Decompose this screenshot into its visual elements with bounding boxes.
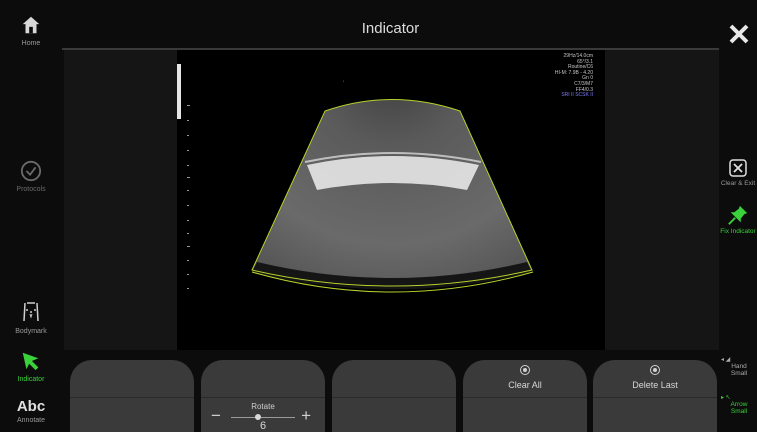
home-icon bbox=[22, 16, 40, 34]
hand-marker-icon: ◂ ◢ bbox=[721, 357, 731, 363]
indicator-label: Indicator bbox=[17, 376, 45, 383]
bodymark-button[interactable]: Bodymark bbox=[0, 300, 62, 335]
indicator-type-options: ◂ ◢ Hand Small ▸ ↖ Arrow Small bbox=[719, 354, 757, 432]
bodymark-icon bbox=[23, 302, 39, 322]
annotate-label: Annotate bbox=[16, 417, 46, 424]
left-side-panel bbox=[64, 50, 177, 350]
clear-exit-button[interactable]: Clear & Exit bbox=[719, 158, 757, 187]
rotate-control[interactable]: Rotate − + 6 bbox=[201, 360, 325, 432]
radio-icon bbox=[650, 365, 660, 375]
ultrasound-image[interactable]: ▪ 29Hz/14.0cm 65°/3.1 Routine/C6 HI-M: 7… bbox=[177, 50, 605, 350]
arrow-small-option[interactable]: ▸ ↖ Arrow Small bbox=[721, 394, 757, 415]
radio-icon bbox=[520, 365, 530, 375]
right-side-panel bbox=[605, 50, 719, 350]
delete-last-button[interactable]: Delete Last bbox=[593, 360, 717, 432]
ultrasound-sector bbox=[177, 64, 534, 293]
annotate-button[interactable]: Abc Annotate bbox=[0, 398, 62, 424]
soft-button-1[interactable] bbox=[70, 360, 194, 432]
clear-all-button[interactable]: Clear All bbox=[463, 360, 587, 432]
left-nav: Home Protocols Bodymark Indicator Abc An… bbox=[0, 0, 62, 432]
protocols-button[interactable]: Protocols bbox=[0, 160, 62, 193]
depth-scale bbox=[187, 105, 190, 289]
delete-last-label: Delete Last bbox=[632, 380, 678, 390]
check-circle-icon bbox=[20, 160, 42, 182]
rotate-value: 6 bbox=[259, 420, 267, 432]
arrow-label: Arrow bbox=[730, 401, 748, 408]
close-box-icon bbox=[729, 159, 747, 177]
param-line-blue: SRI II SCSK II bbox=[561, 92, 593, 99]
fix-indicator-label: Fix Indicator bbox=[720, 228, 756, 235]
clear-all-label: Clear All bbox=[508, 380, 542, 390]
page-title: Indicator bbox=[361, 20, 420, 37]
arrow-size-label: Small bbox=[730, 408, 748, 415]
header-bar: Indicator bbox=[62, 10, 719, 50]
gray-scale-bar bbox=[177, 64, 181, 119]
arrow-pointer-icon bbox=[22, 352, 39, 371]
hand-size-label: Small bbox=[730, 370, 748, 377]
arrow-marker-icon: ▸ ↖ bbox=[721, 395, 731, 401]
fix-indicator-button[interactable]: Fix Indicator bbox=[719, 204, 757, 235]
hand-small-option[interactable]: ◂ ◢ Hand Small bbox=[721, 356, 757, 377]
clear-exit-label: Clear & Exit bbox=[720, 180, 756, 187]
home-button[interactable]: Home bbox=[0, 14, 62, 47]
protocols-label: Protocols bbox=[16, 186, 46, 193]
pin-icon bbox=[728, 205, 748, 225]
rotate-slider-track[interactable] bbox=[231, 417, 295, 418]
home-label: Home bbox=[21, 40, 41, 47]
abc-icon: Abc bbox=[16, 398, 46, 415]
soft-button-row: Rotate − + 6 Clear All Delete Last bbox=[70, 360, 720, 432]
indicator-marker-label: ▪ bbox=[343, 79, 345, 83]
soft-button-3[interactable] bbox=[332, 360, 456, 432]
indicator-button[interactable]: Indicator bbox=[0, 350, 62, 383]
imaging-parameters: 29Hz/14.0cm 65°/3.1 Routine/C6 HI-M: 7.9… bbox=[555, 53, 593, 99]
hand-label: Hand bbox=[731, 363, 747, 370]
bodymark-label: Bodymark bbox=[15, 328, 47, 335]
